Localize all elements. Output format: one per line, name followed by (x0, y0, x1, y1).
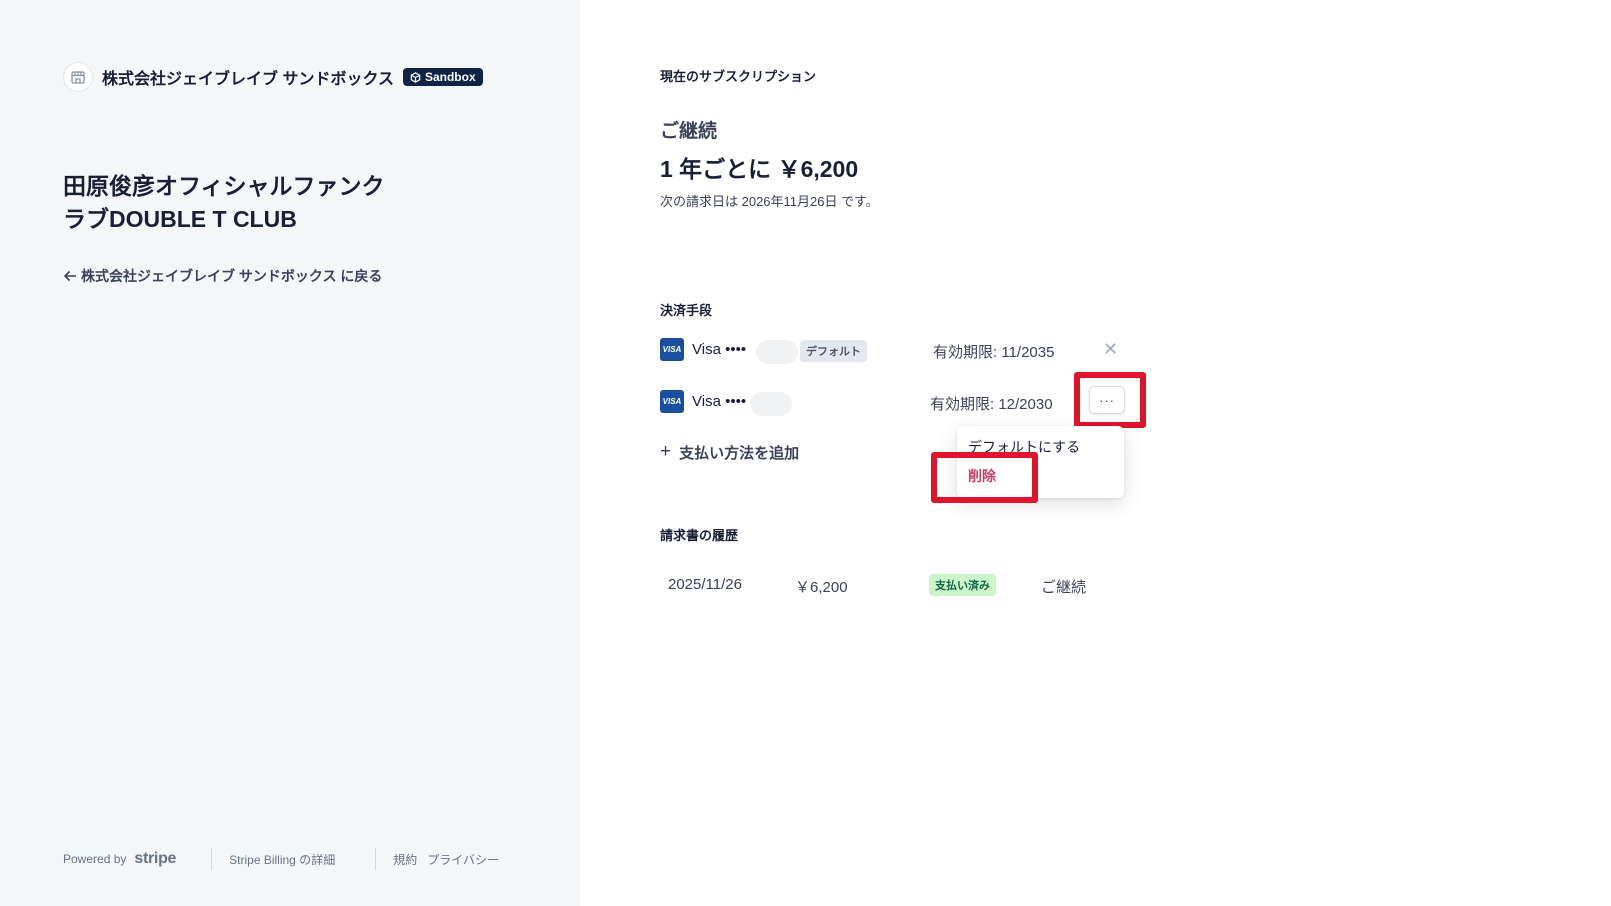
arrow-left-icon (63, 270, 76, 282)
add-payment-method-label: 支払い方法を追加 (679, 444, 800, 462)
plus-icon: + (660, 441, 672, 462)
card-brand: Visa •••• (692, 341, 747, 358)
business-header: 株式会社ジェイブレイブ サンドボックス Sandbox (63, 62, 483, 92)
powered-by-stripe[interactable]: Powered by stripe (63, 850, 176, 868)
invoice-amount: ￥6,200 (795, 579, 848, 596)
masked-card-number (750, 392, 792, 416)
payment-method-row: VISA Visa •••• デフォルト 有効期限: 11/2035 ✕ (660, 338, 1130, 364)
sandbox-icon (410, 71, 421, 83)
back-link[interactable]: 株式会社ジェイブレイブ サンドボックス に戻る (63, 266, 382, 286)
sandbox-badge: Sandbox (402, 68, 483, 86)
payment-method-row: VISA Visa •••• 有効期限: 12/2030 (660, 390, 1130, 416)
next-billing-date: 次の請求日は 2026年11月26日 です。 (660, 194, 879, 209)
subscription-price: 1 年ごとに ￥6,200 (660, 156, 859, 182)
status-badge: 支払い済み (929, 574, 996, 596)
invoice-description: ご継続 (1041, 579, 1087, 596)
invoice-row[interactable]: 2025/11/26 ￥6,200 支払い済み ご継続 (660, 574, 1130, 602)
business-name: 株式会社ジェイブレイブ サンドボックス (102, 71, 394, 88)
footer-divider (211, 848, 213, 870)
store-icon (63, 62, 93, 92)
add-payment-method-button[interactable]: + 支払い方法を追加 (660, 441, 799, 463)
card-brand: Visa •••• (692, 393, 747, 410)
powered-by-label: Powered by (63, 852, 127, 866)
billing-details-link[interactable]: Stripe Billing の詳細 (229, 851, 335, 868)
footer-divider (375, 848, 377, 870)
default-badge: デフォルト (800, 340, 867, 362)
invoice-history-title: 請求書の履歴 (660, 528, 739, 543)
visa-card-icon: VISA (660, 338, 684, 361)
privacy-link[interactable]: プライバシー (427, 851, 499, 868)
business-sidebar: 株式会社ジェイブレイブ サンドボックス Sandbox 田原俊彦オフィシャルファ… (0, 0, 580, 906)
stripe-logo: stripe (134, 850, 177, 867)
subscription-status: ご継続 (660, 121, 718, 142)
highlight-box-delete (931, 452, 1038, 503)
card-expiry: 有効期限: 12/2030 (930, 396, 1053, 413)
sandbox-label: Sandbox (424, 70, 476, 84)
product-name: 田原俊彦オフィシャルファンクラブDOUBLE T CLUB (63, 173, 385, 232)
current-subscription-title: 現在のサブスクリプション (660, 69, 817, 84)
highlight-box-more (1074, 372, 1146, 428)
card-expiry: 有効期限: 11/2035 (933, 344, 1055, 361)
back-link-label: 株式会社ジェイブレイブ サンドボックス に戻る (81, 268, 383, 284)
masked-card-number (756, 340, 798, 364)
payment-methods-title: 決済手段 (660, 303, 713, 318)
close-icon[interactable]: ✕ (1103, 339, 1118, 360)
terms-link[interactable]: 規約 (393, 851, 417, 868)
visa-card-icon: VISA (660, 390, 684, 413)
footer: Powered by stripe Stripe Billing の詳細 規約 … (63, 848, 499, 870)
invoice-date: 2025/11/26 (668, 576, 742, 593)
